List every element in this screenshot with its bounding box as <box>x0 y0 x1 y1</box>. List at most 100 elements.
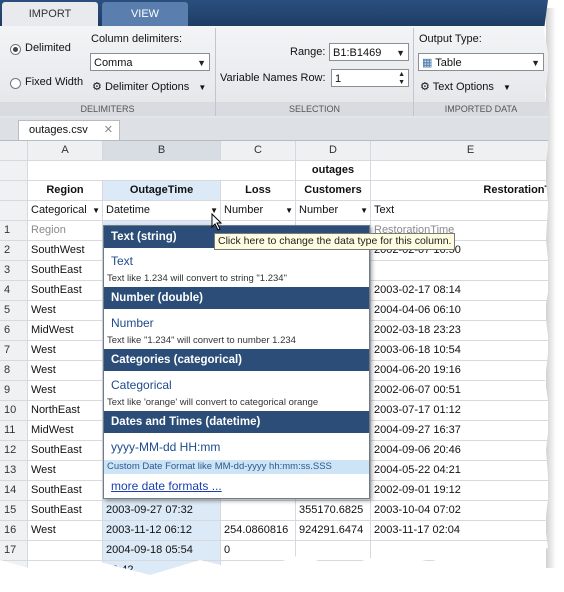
column-delimiter-combo[interactable]: Comma ▼ <box>90 53 210 71</box>
table-cell-outage[interactable]: 2003-11-12 06:12 <box>103 521 221 541</box>
more-date-formats-link[interactable]: more date formats ... <box>111 479 222 493</box>
column-letter-b[interactable]: B <box>103 141 221 161</box>
table-cell-customers[interactable]: 355170.6825 <box>296 501 371 521</box>
table-cell-restoration[interactable]: 2002-09-01 19:12 <box>371 481 548 501</box>
table-cell-region[interactable]: West <box>28 521 103 541</box>
spinner-arrows-icon[interactable]: ▲ ▼ <box>398 71 405 87</box>
table-cell-restoration[interactable] <box>371 261 548 281</box>
row-number[interactable]: 3 <box>0 261 28 281</box>
table-cell-restoration[interactable]: 2003-07-17 01:12 <box>371 401 548 421</box>
table-cell-region[interactable]: West <box>28 301 103 321</box>
column-letter-a[interactable]: A <box>28 141 103 161</box>
table-cell-region[interactable]: West <box>28 381 103 401</box>
table-cell-loss[interactable] <box>221 561 296 575</box>
row-number[interactable]: 4 <box>0 281 28 301</box>
row-number[interactable]: 10 <box>0 401 28 421</box>
variable-name-restorationtime[interactable]: RestorationTime <box>371 181 548 201</box>
type-selector-region[interactable]: Categorical ▼ <box>28 201 103 221</box>
table-cell-restoration[interactable]: 2004-09-27 16:37 <box>371 421 548 441</box>
table-cell-restoration[interactable]: 2004-05-22 04:21 <box>371 461 548 481</box>
table-cell-region[interactable]: SouthWest <box>28 241 103 261</box>
table-cell-region[interactable] <box>28 541 103 561</box>
row-number[interactable]: 1 <box>0 221 28 241</box>
table-cell-customers[interactable] <box>296 561 371 575</box>
type-selector-outagetime[interactable]: Datetime ▼ <box>103 201 221 221</box>
row-number[interactable]: 7 <box>0 341 28 361</box>
output-type-combo[interactable]: ▦ Table ▼ <box>418 53 544 71</box>
row-number[interactable]: 11 <box>0 421 28 441</box>
type-selector-customers[interactable]: Number ▼ <box>296 201 371 221</box>
row-number[interactable]: 13 <box>0 461 28 481</box>
menu-option-datetime-format[interactable]: yyyy-MM-dd HH:mm <box>111 440 220 454</box>
variable-name-outagetime[interactable]: OutageTime <box>103 181 221 201</box>
row-number[interactable]: 2 <box>0 241 28 261</box>
table-cell-region[interactable]: SouthEast <box>28 281 103 301</box>
table-cell-region[interactable]: NorthEast <box>28 401 103 421</box>
table-cell-restoration[interactable]: 2003-02-17 08:14 <box>371 281 548 301</box>
table-cell-region[interactable]: West <box>28 361 103 381</box>
table-cell-restoration[interactable]: 2003-10-04 07:02 <box>371 501 548 521</box>
table-cell-outage[interactable]: 10:42 <box>103 561 221 575</box>
row-number[interactable]: 12 <box>0 441 28 461</box>
tab-import[interactable]: IMPORT <box>2 2 98 26</box>
variable-names-row-spinner[interactable]: 1 ▲ ▼ <box>331 69 409 87</box>
table-cell-region[interactable]: West <box>28 461 103 481</box>
tab-view[interactable]: VIEW <box>102 2 188 26</box>
table-cell-loss[interactable]: 254.0860816 <box>221 521 296 541</box>
table-cell-region[interactable]: SouthEast <box>28 261 103 281</box>
variable-name-region[interactable]: Region <box>28 181 103 201</box>
row-number[interactable]: 17 <box>0 541 28 561</box>
menu-option-text[interactable]: Text <box>111 254 133 268</box>
fixed-width-radio[interactable] <box>10 78 21 89</box>
table-cell-restoration[interactable]: 2002-03-18 23:23 <box>371 321 548 341</box>
row-number[interactable]: 9 <box>0 381 28 401</box>
column-letter-c[interactable]: C <box>221 141 296 161</box>
delimited-radio[interactable] <box>10 44 21 55</box>
table-cell-restoration[interactable]: 2003-11-17 02:04 <box>371 521 548 541</box>
table-cell-restoration[interactable]: 2004-04-06 06:10 <box>371 301 548 321</box>
table-cell-region[interactable]: Region <box>28 221 103 241</box>
table-cell-loss[interactable] <box>221 501 296 521</box>
table-cell-region[interactable]: SouthEast <box>28 501 103 521</box>
table-cell-restoration[interactable]: 2004-09-06 20:46 <box>371 441 548 461</box>
row-number[interactable]: 16 <box>0 521 28 541</box>
table-cell-region[interactable]: MidWest <box>28 421 103 441</box>
table-cell-outage[interactable]: 2003-09-27 07:32 <box>103 501 221 521</box>
row-number[interactable]: 5 <box>0 301 28 321</box>
table-cell-restoration[interactable]: 2004-06-20 19:16 <box>371 361 548 381</box>
table-cell-region[interactable]: SouthEast <box>28 441 103 461</box>
data-type-menu: Text (string) Text Text like 1.234 will … <box>103 225 370 499</box>
table-cell-restoration[interactable] <box>371 541 548 561</box>
range-combo[interactable]: B1:B1469 ▼ <box>329 43 409 61</box>
column-letter-d[interactable]: D <box>296 141 371 161</box>
row-number[interactable]: 15 <box>0 501 28 521</box>
table-cell-region[interactable]: MidWest <box>28 321 103 341</box>
delimiter-options-button[interactable]: ⚙ Delimiter Options ▼ <box>92 80 206 93</box>
table-cell-loss[interactable]: 0 <box>221 541 296 561</box>
type-selector-loss[interactable]: Number ▼ <box>221 201 296 221</box>
variable-name-loss[interactable]: Loss <box>221 181 296 201</box>
table-cell-restoration[interactable]: 2002-06-07 00:51 <box>371 381 548 401</box>
table-cell-region[interactable] <box>28 561 103 575</box>
column-letter-e[interactable]: E <box>371 141 548 161</box>
row-number[interactable]: 14 <box>0 481 28 501</box>
menu-option-categorical[interactable]: Categorical <box>111 378 172 392</box>
chevron-down-icon: ▼ <box>396 48 405 58</box>
table-cell-region[interactable]: West <box>28 341 103 361</box>
file-tab[interactable]: outages.csv ✕ <box>18 120 120 140</box>
row-number[interactable] <box>0 561 28 575</box>
table-cell-customers[interactable]: 924291.6474 <box>296 521 371 541</box>
type-selector-restorationtime[interactable]: Text <box>371 201 548 221</box>
table-cell-outage[interactable]: 2004-09-18 05:54 <box>103 541 221 561</box>
row-number[interactable]: 8 <box>0 361 28 381</box>
variable-name-customers[interactable]: Customers <box>296 181 371 201</box>
close-icon[interactable]: ✕ <box>104 121 113 140</box>
table-cell-customers[interactable] <box>296 541 371 561</box>
table-cell-region[interactable]: SouthEast <box>28 481 103 501</box>
menu-option-number[interactable]: Number <box>111 316 154 330</box>
row-number[interactable]: 6 <box>0 321 28 341</box>
table-cell-restoration[interactable]: 2003-06-18 10:54 <box>371 341 548 361</box>
table-cell-restoration[interactable]: 02:31 <box>371 561 548 575</box>
chevron-down-icon: ▼ <box>360 206 368 215</box>
text-options-button[interactable]: ⚙ Text Options ▼ <box>420 80 511 93</box>
